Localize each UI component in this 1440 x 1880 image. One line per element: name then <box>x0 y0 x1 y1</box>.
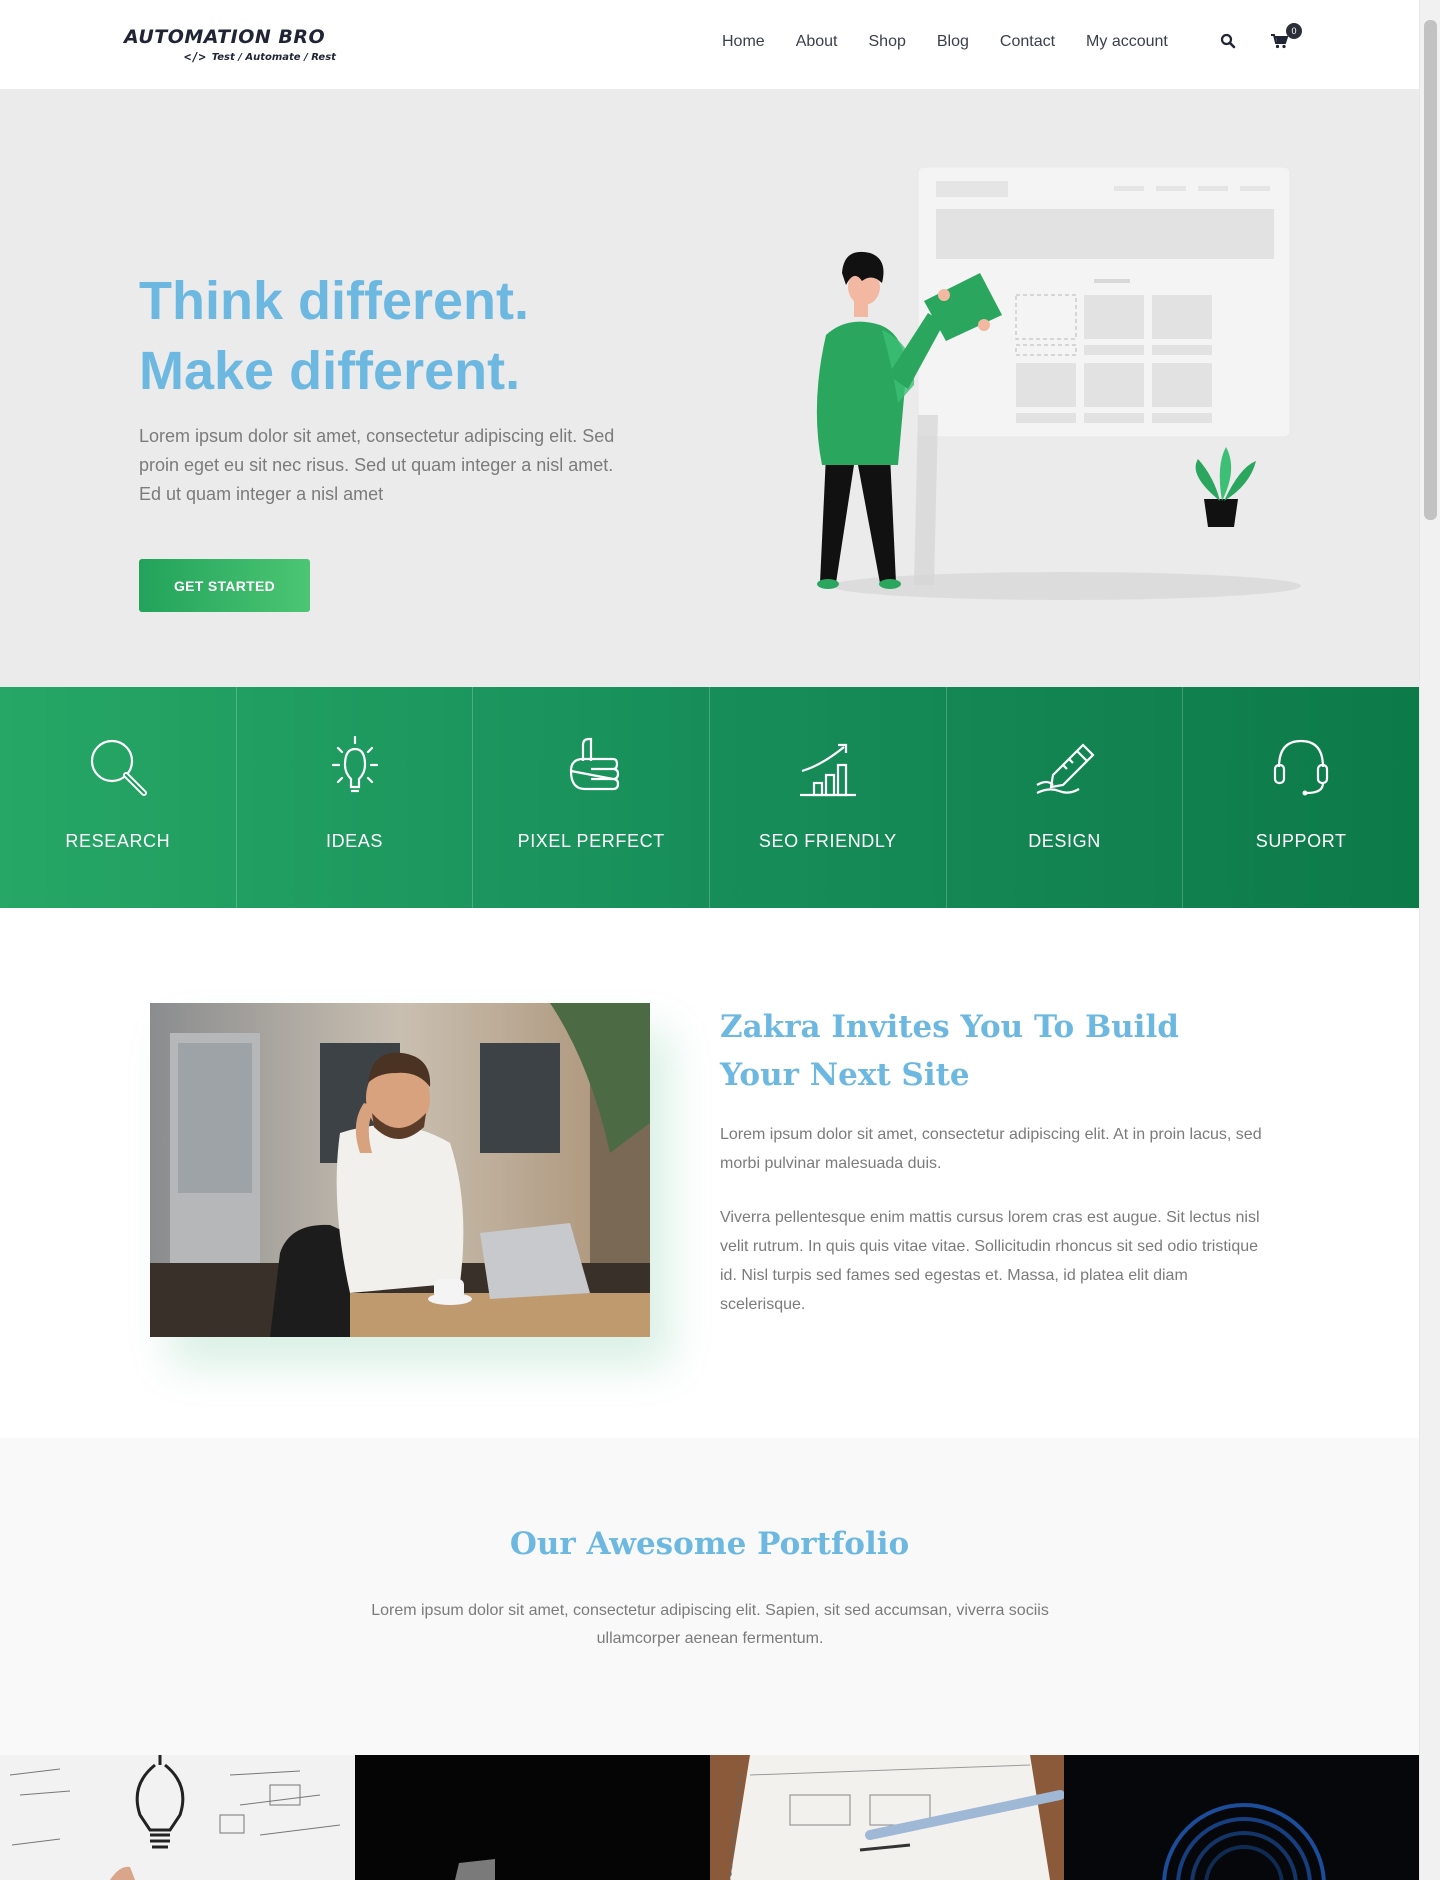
search-icon[interactable] <box>1220 33 1238 51</box>
site-logo[interactable]: AUTOMATION BRO </> Test / Automate / Res… <box>124 26 336 64</box>
about-title: Zakra Invites You To Build Your Next Sit… <box>720 1009 1179 1093</box>
header-icons: 0 <box>1220 23 1302 51</box>
portfolio-grid <box>0 1755 1419 1880</box>
hero-heading-line1: Think different. <box>139 271 529 331</box>
portfolio-item-3[interactable] <box>709 1755 1065 1880</box>
scrollbar-thumb[interactable] <box>1424 20 1437 520</box>
features-strip: RESEARCH IDEAS PIXEL PERFECT SEO FRIENDL… <box>0 687 1419 908</box>
hero-heading-line2: Make different. <box>139 341 521 401</box>
hero-illustration <box>816 166 1301 600</box>
logo-tagline: Test / Automate / Rest <box>211 51 336 63</box>
hero-text: Lorem ipsum dolor sit amet, consectetur … <box>139 426 615 504</box>
portfolio-title: Our Awesome Portfolio <box>509 1526 910 1562</box>
nav-contact[interactable]: Contact <box>1000 33 1055 51</box>
feature-label-research: RESEARCH <box>65 831 171 851</box>
portfolio-item-2[interactable] <box>354 1755 710 1880</box>
page: AUTOMATION BRO </> Test / Automate / Res… <box>0 0 1419 1880</box>
code-brackets-icon: </> <box>184 50 206 64</box>
lightbulb-icon <box>331 735 378 793</box>
headset-icon <box>1274 739 1329 796</box>
about-paragraph-1: Lorem ipsum dolor sit amet, consectetur … <box>720 1126 1262 1172</box>
nav-shop[interactable]: Shop <box>869 33 906 51</box>
pencil-icon <box>1035 743 1095 794</box>
feature-research[interactable]: RESEARCH <box>0 687 237 908</box>
feature-label-pixel-perfect: PIXEL PERFECT <box>517 831 665 851</box>
hero-section: Think different. Make different. Lorem i… <box>0 90 1419 687</box>
about-photo <box>150 1003 650 1337</box>
feature-support[interactable]: SUPPORT <box>1183 687 1419 908</box>
cart-icon[interactable]: 0 <box>1270 23 1302 51</box>
main-nav: Home About Shop Blog Contact My account <box>722 33 1199 51</box>
feature-ideas[interactable]: IDEAS <box>237 687 474 908</box>
magnifier-icon <box>90 739 147 796</box>
nav-my-account[interactable]: My account <box>1086 33 1168 51</box>
feature-seo-friendly[interactable]: SEO FRIENDLY <box>710 687 947 908</box>
page-scrollbar[interactable] <box>1419 0 1440 1880</box>
portfolio-section: Our Awesome Portfolio Lorem ipsum dolor … <box>0 1438 1419 1880</box>
about-section: Zakra Invites You To Build Your Next Sit… <box>0 908 1419 1438</box>
nav-home[interactable]: Home <box>722 33 765 51</box>
nav-about[interactable]: About <box>796 33 838 51</box>
nav-blog[interactable]: Blog <box>937 33 969 51</box>
portfolio-text: Lorem ipsum dolor sit amet, consectetur … <box>371 1602 1049 1647</box>
cart-count-badge: 0 <box>1286 23 1302 39</box>
thumbs-up-icon <box>570 737 620 791</box>
portfolio-item-4[interactable] <box>1064 1755 1419 1880</box>
logo-subline: </> Test / Automate / Rest <box>184 50 336 64</box>
about-paragraph-2: Viverra pellentesque enim mattis cursus … <box>720 1209 1260 1313</box>
get-started-button[interactable]: GET STARTED <box>139 559 310 612</box>
growth-chart-icon <box>799 743 856 797</box>
portfolio-item-1[interactable] <box>0 1755 355 1880</box>
logo-title: AUTOMATION BRO <box>124 26 326 48</box>
feature-design[interactable]: DESIGN <box>947 687 1184 908</box>
feature-label-design: DESIGN <box>1028 831 1101 851</box>
hero-heading: Think different. Make different. <box>139 266 529 406</box>
feature-label-support: SUPPORT <box>1255 831 1347 851</box>
site-header: AUTOMATION BRO </> Test / Automate / Res… <box>0 0 1419 90</box>
feature-pixel-perfect[interactable]: PIXEL PERFECT <box>473 687 711 908</box>
feature-label-seo-friendly: SEO FRIENDLY <box>758 831 897 851</box>
feature-label-ideas: IDEAS <box>325 831 384 851</box>
